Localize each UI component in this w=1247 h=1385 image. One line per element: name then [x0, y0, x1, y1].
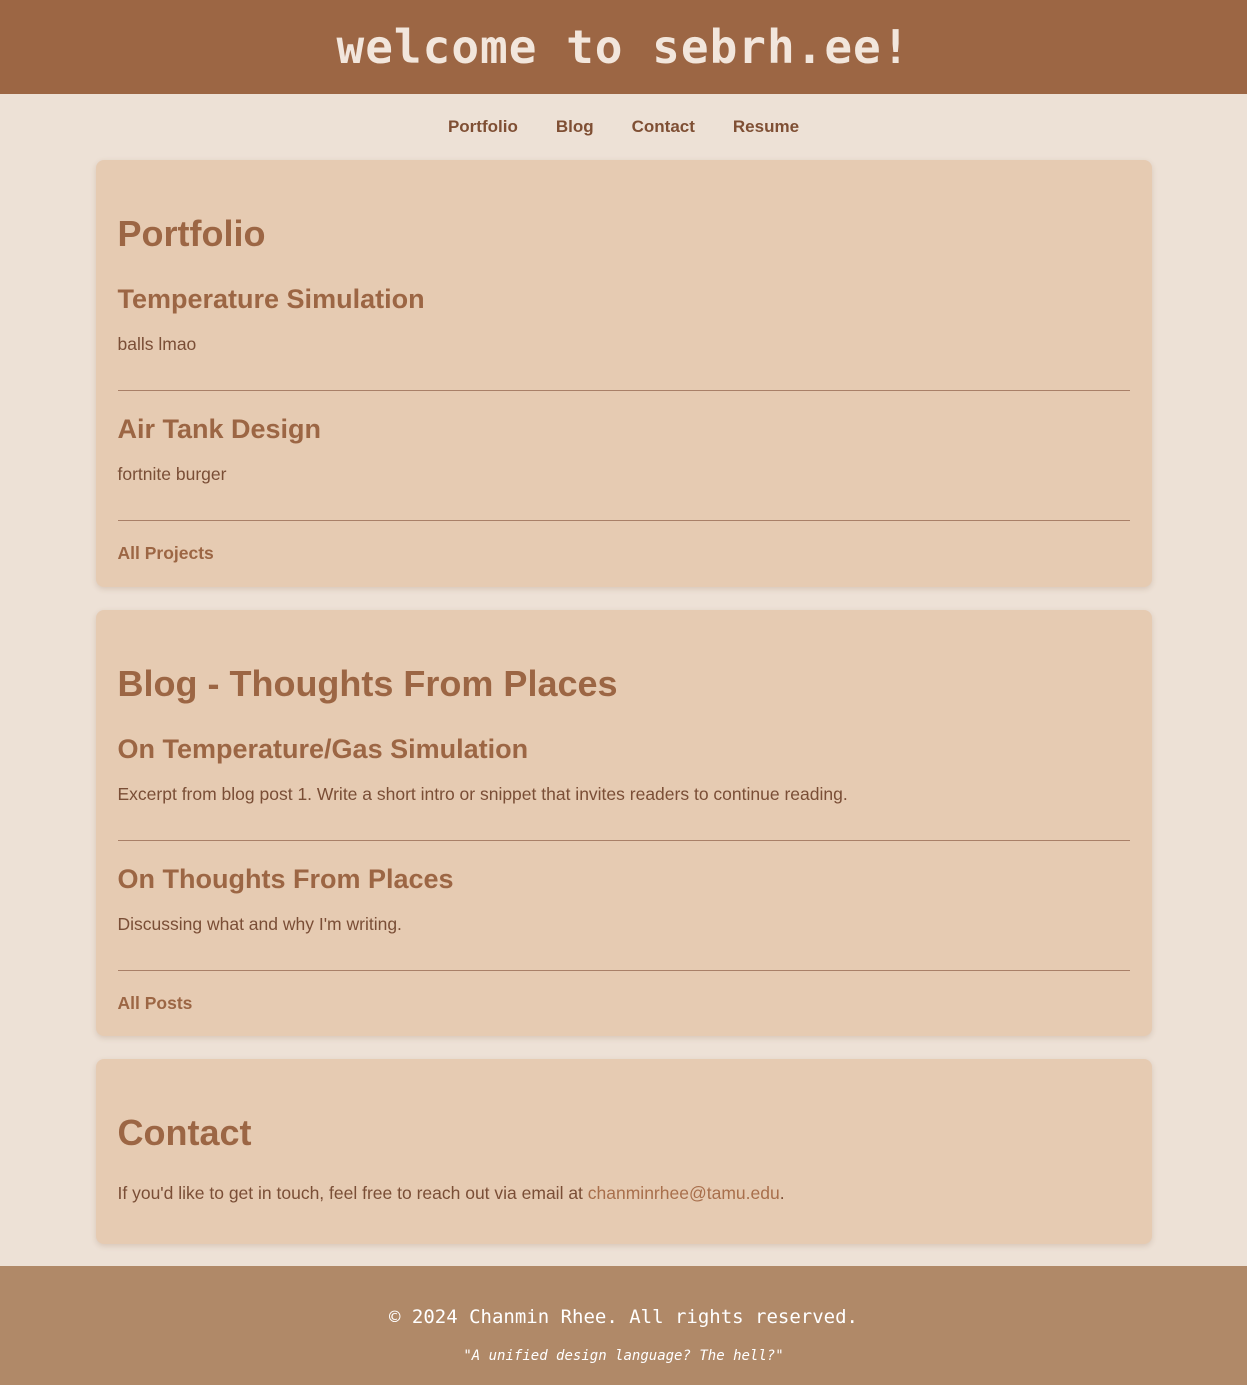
all-posts-link[interactable]: All Posts [118, 993, 193, 1014]
nav-link-contact[interactable]: Contact [632, 117, 695, 137]
blog-post-title[interactable]: On Thoughts From Places [118, 864, 454, 895]
blog-title: Blog - Thoughts From Places [117, 663, 618, 704]
blog-post-excerpt: Excerpt from blog post 1. Write a short … [117, 784, 848, 804]
contact-text-before: If you'd like to get in touch, feel free… [117, 1183, 588, 1203]
main-nav: Portfolio Blog Contact Resume [0, 94, 1247, 160]
footer-copyright: © 2024 Chanmin Rhee. All rights reserved… [389, 1306, 858, 1328]
nav-link-blog[interactable]: Blog [556, 117, 594, 137]
project-description: fortnite burger [117, 464, 227, 484]
divider [117, 520, 1130, 521]
blog-post-excerpt: Discussing what and why I'm writing. [117, 914, 402, 934]
divider [117, 970, 1130, 971]
contact-title: Contact [117, 1112, 252, 1153]
site-footer: © 2024 Chanmin Rhee. All rights reserved… [0, 1266, 1247, 1385]
project-description: balls lmao [117, 334, 197, 354]
footer-quote: "A unified design language? The hell?" [463, 1348, 784, 1364]
nav-link-portfolio[interactable]: Portfolio [448, 117, 518, 137]
contact-text-after: . [779, 1183, 785, 1203]
divider [117, 840, 1130, 841]
divider [117, 390, 1130, 391]
portfolio-section: Portfolio Temperature Simulation balls l… [95, 160, 1152, 587]
portfolio-title: Portfolio [117, 213, 266, 254]
contact-text: If you'd like to get in touch, feel free… [118, 1183, 785, 1204]
site-title: welcome to sebrh.ee! [336, 20, 911, 74]
site-header: welcome to sebrh.ee! [0, 0, 1247, 94]
email-link[interactable]: chanminrhee@tamu.edu [588, 1183, 780, 1203]
all-projects-link[interactable]: All Projects [118, 543, 214, 564]
nav-link-resume[interactable]: Resume [733, 117, 799, 137]
project-title[interactable]: Temperature Simulation [118, 284, 425, 315]
contact-section: Contact If you'd like to get in touch, f… [95, 1059, 1152, 1244]
blog-section: Blog - Thoughts From Places On Temperatu… [95, 610, 1152, 1036]
blog-post-title[interactable]: On Temperature/Gas Simulation [118, 734, 529, 765]
project-title[interactable]: Air Tank Design [118, 414, 322, 445]
